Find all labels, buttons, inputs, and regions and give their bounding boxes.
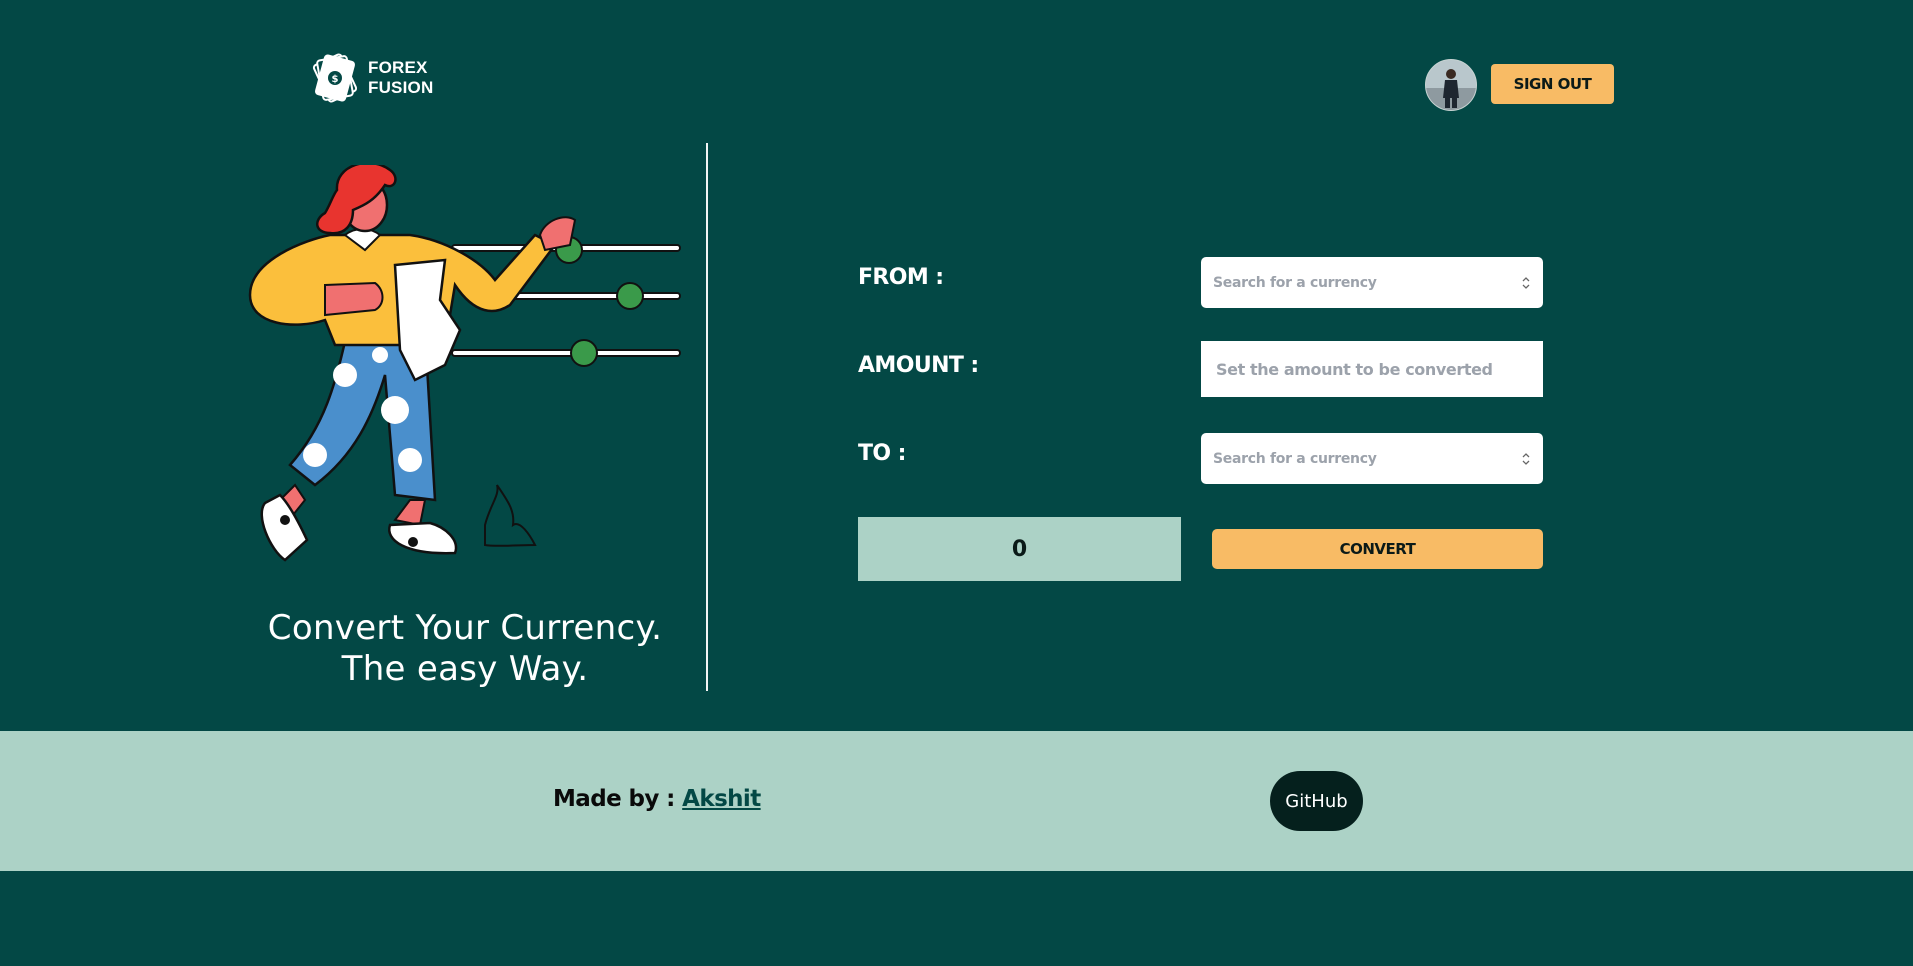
amount-label: AMOUNT : — [858, 353, 979, 378]
from-currency-placeholder: Search for a currency — [1213, 274, 1377, 291]
money-stack-icon: $ — [312, 53, 358, 103]
to-currency-select[interactable]: Search for a currency — [1201, 433, 1543, 484]
hero-illustration — [248, 165, 681, 562]
conversion-result: 0 — [858, 517, 1181, 581]
user-avatar-icon — [1426, 60, 1476, 110]
from-currency-select[interactable]: Search for a currency — [1201, 257, 1543, 308]
logo: $ FOREX FUSION — [306, 50, 436, 106]
to-label: TO : — [858, 441, 906, 466]
tagline-line1: Convert Your Currency. — [267, 608, 663, 648]
made-by: Made by : Akshit — [553, 786, 761, 812]
convert-button[interactable]: CONVERT — [1212, 529, 1543, 569]
chevron-updown-icon — [1522, 276, 1530, 289]
footer: Made by : Akshit GitHub — [0, 731, 1913, 871]
logo-text-line1: FOREX — [368, 58, 428, 77]
chevron-updown-icon — [1522, 452, 1530, 465]
logo-text-line2: FUSION — [368, 78, 434, 97]
tagline: Convert Your Currency. The easy Way. — [230, 608, 700, 690]
sign-out-button[interactable]: SIGN OUT — [1491, 64, 1614, 104]
amount-input[interactable] — [1201, 341, 1543, 397]
vertical-divider — [706, 143, 708, 691]
svg-text:$: $ — [332, 74, 339, 85]
from-label: FROM : — [858, 265, 944, 290]
made-by-label: Made by : — [553, 786, 675, 812]
user-avatar[interactable] — [1425, 59, 1477, 111]
github-button[interactable]: GitHub — [1270, 771, 1363, 831]
author-link[interactable]: Akshit — [682, 786, 761, 812]
to-currency-placeholder: Search for a currency — [1213, 450, 1377, 467]
tagline-line2: The easy Way. — [341, 649, 589, 689]
